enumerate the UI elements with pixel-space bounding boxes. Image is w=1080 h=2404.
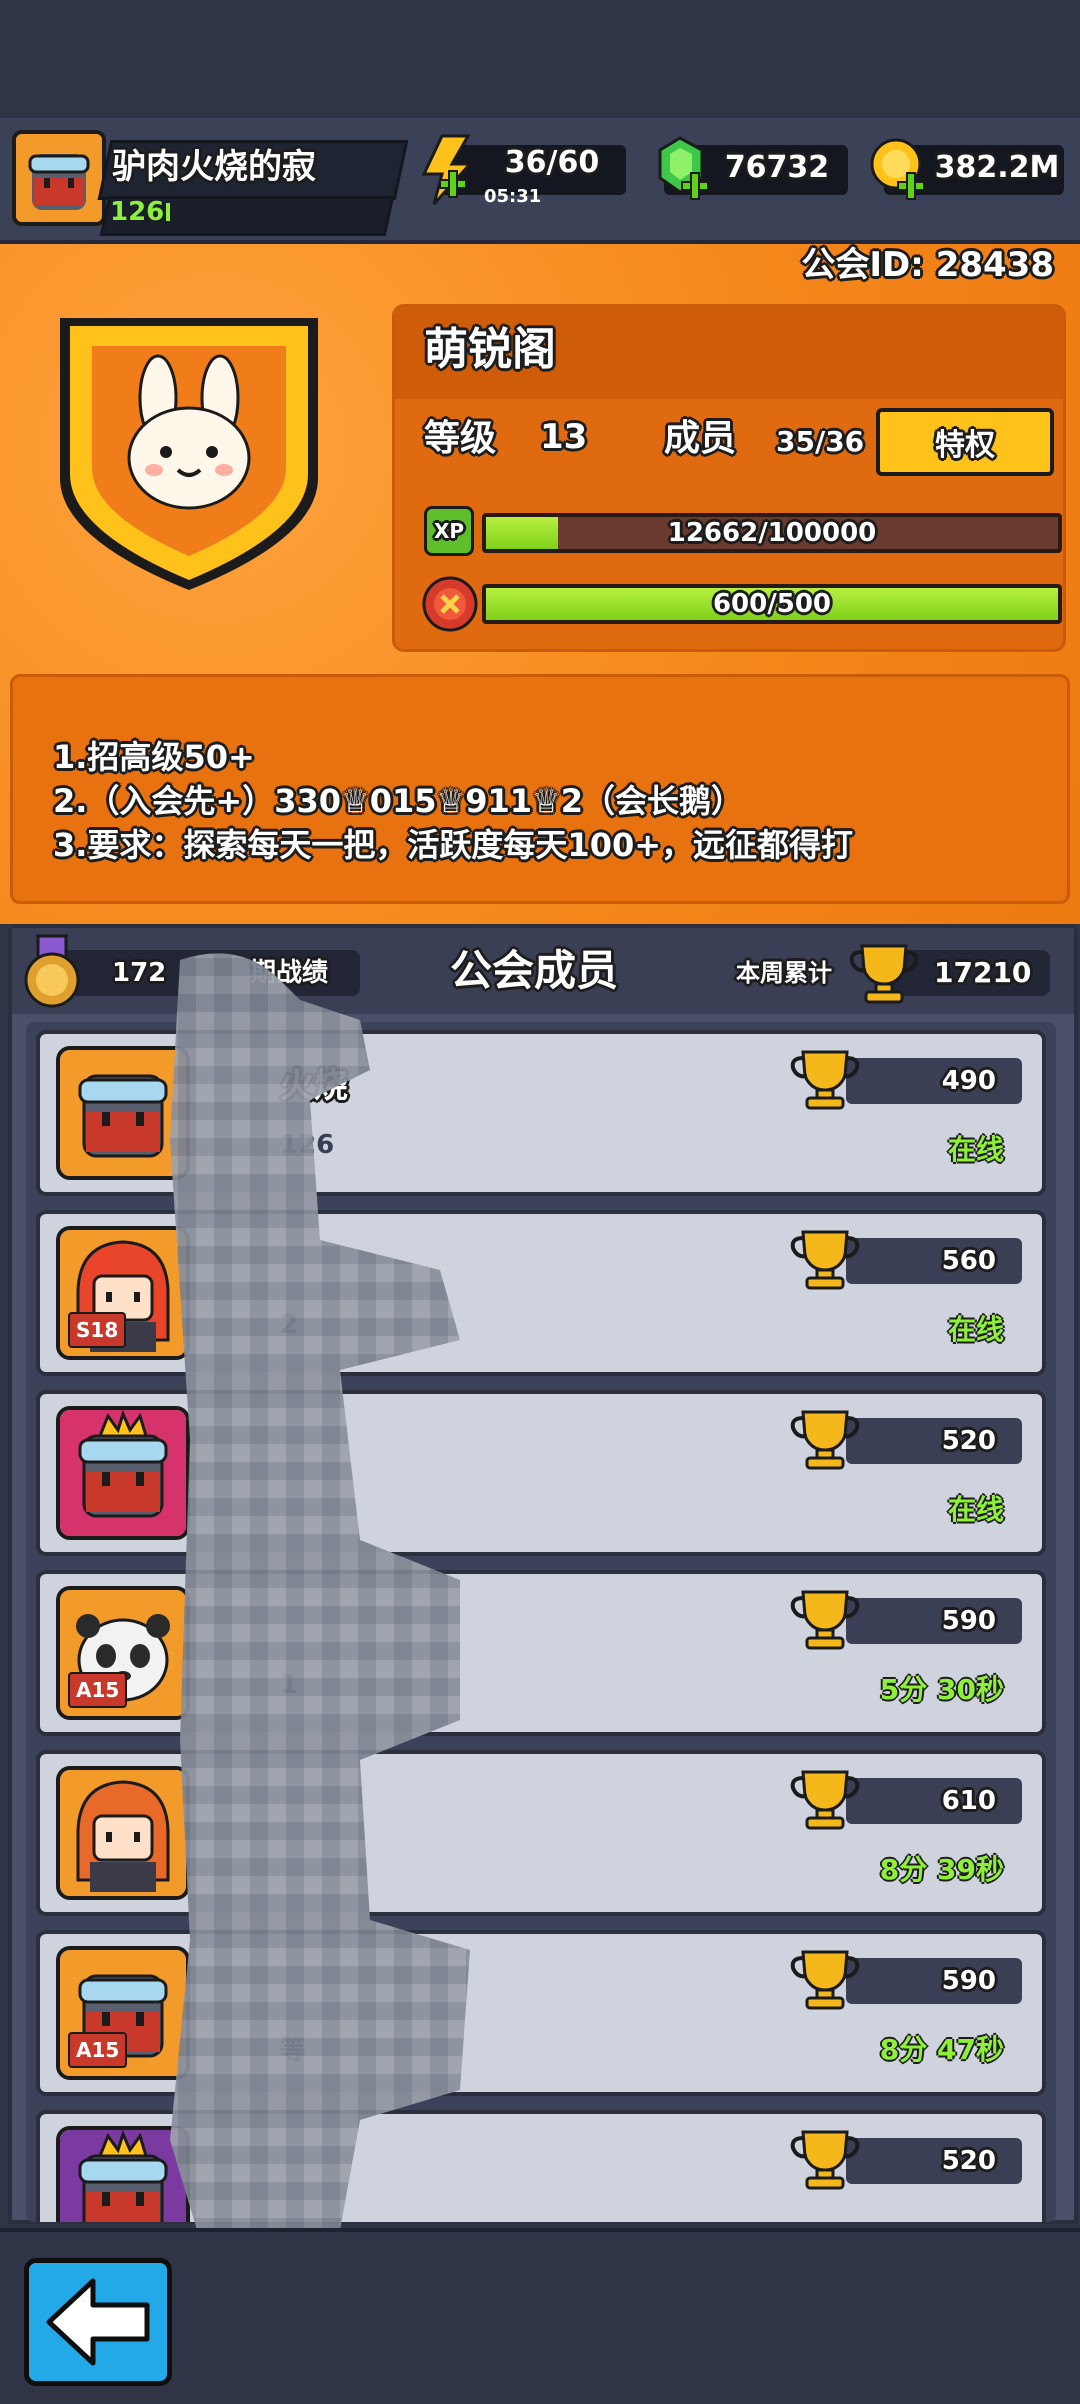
player-level-bar (166, 203, 170, 221)
status-bar (0, 0, 1080, 118)
privilege-button[interactable]: 特权 (876, 408, 1054, 476)
gems-value: 76732 (724, 150, 830, 185)
member-trophies: 520 (941, 1426, 996, 1456)
privacy-mosaic (170, 953, 470, 2241)
activity-medal-icon (422, 576, 478, 632)
energy-value: 36/60 (504, 145, 600, 180)
member-online-status: 5分 30秒 (879, 1673, 1004, 1706)
member-online-status: 在线 (947, 1313, 1004, 1346)
guild-level-value: 13 (540, 417, 588, 457)
trophy-icon (788, 1946, 862, 2012)
weekly-trophy-icon (849, 944, 919, 1004)
weekly-total-label: 本周累计 (736, 959, 832, 987)
member-trophies: 560 (941, 1246, 996, 1276)
notice-line-1: 1.招高级50+ (53, 738, 255, 776)
member-trophies: 590 (941, 1606, 996, 1636)
player-avatar-icon (16, 134, 102, 222)
season-record-value: 172 (112, 958, 167, 988)
member-online-status: 8分 39秒 (879, 1853, 1004, 1886)
weekly-total-value: 17210 (934, 956, 1032, 989)
back-button[interactable] (24, 2258, 172, 2386)
member-online-status: 在线 (947, 1493, 1004, 1526)
guild-xp-bar: 12662/100000 (482, 513, 1062, 553)
member-rank-badge: A15 (68, 1672, 128, 1708)
guild-id: 公会ID: 28438 (801, 245, 1054, 285)
xp-icon: XP (424, 506, 474, 556)
trophy-icon (788, 1586, 862, 1652)
member-trophies: 610 (941, 1786, 996, 1816)
energy-lightning-icon[interactable] (416, 134, 476, 206)
xp-icon-label: XP (433, 519, 465, 543)
gold-coin-icon[interactable] (866, 136, 932, 204)
player-name: 驴肉火烧的寂 (112, 147, 316, 187)
back-arrow-icon (46, 2278, 150, 2366)
guild-members-count: 35/36 (776, 425, 865, 458)
member-online-status: 在线 (947, 1133, 1004, 1166)
guild-notice: 1.招高级50+ 2.（入会先+）330♕015♕911♕2（会长鹅） 3.要求… (10, 674, 1070, 904)
guild-activity-text: 600/500 (712, 589, 832, 619)
guild-xp-text: 12662/100000 (667, 518, 877, 548)
player-avatar[interactable] (12, 130, 106, 226)
guild-level-label: 等级 (424, 418, 497, 459)
notice-line-3: 3.要求：探索每天一把，活跃度每天100+，远征都得打 (53, 826, 854, 864)
privilege-button-label: 特权 (935, 428, 995, 463)
member-trophies: 520 (941, 2146, 996, 2176)
member-rank-badge: S18 (68, 1312, 127, 1348)
guild-emblem-bunny-icon[interactable] (48, 298, 330, 596)
guild-members-label: 成员 (664, 418, 737, 459)
member-online-status: 8分 47秒 (879, 2033, 1004, 2066)
trophy-icon (788, 1046, 862, 1112)
guild-name: 萌锐阁 (424, 324, 556, 375)
gem-icon[interactable] (650, 136, 716, 204)
guild-activity-bar: 600/500 (482, 584, 1062, 624)
medal-icon[interactable] (20, 934, 84, 1014)
energy-timer: 05:31 (484, 186, 542, 207)
trophy-icon (788, 1766, 862, 1832)
trophy-icon (788, 1226, 862, 1292)
member-rank-badge: A15 (68, 2032, 128, 2068)
player-level: 126 (110, 197, 165, 227)
gold-value: 382.2M (934, 150, 1060, 185)
notice-line-2: 2.（入会先+）330♕015♕911♕2（会长鹅） (53, 782, 743, 820)
trophy-icon (788, 2126, 862, 2192)
member-trophies: 490 (941, 1066, 996, 1096)
trophy-icon (788, 1406, 862, 1472)
member-trophies: 590 (941, 1966, 996, 1996)
